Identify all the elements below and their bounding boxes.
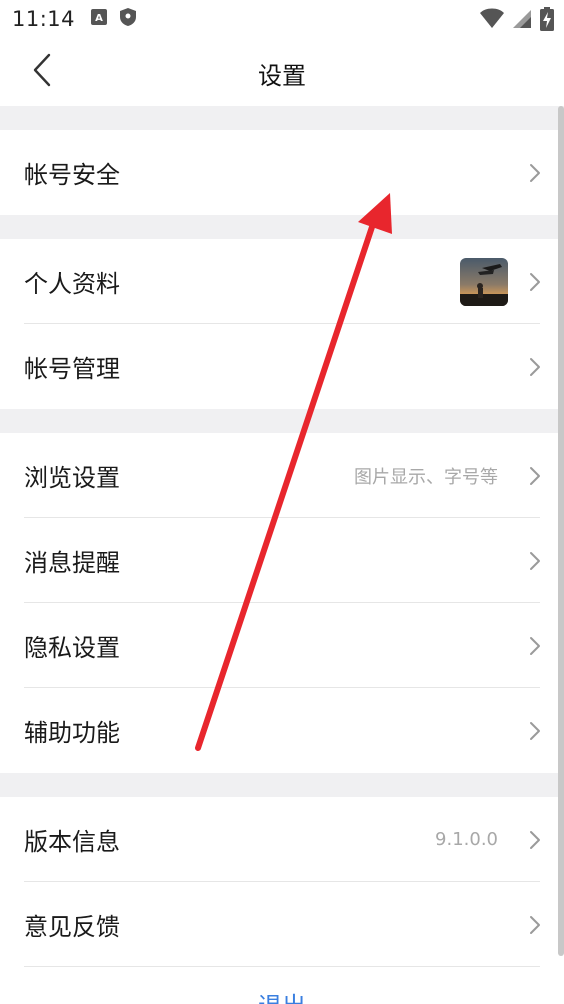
chevron-right-icon [528,720,542,742]
settings-item-browse-settings[interactable]: 浏览设置 图片显示、字号等 [0,433,564,518]
chevron-right-icon [528,635,542,657]
battery-charging-icon [540,7,554,35]
item-label: 版本信息 [24,828,120,856]
font-icon: A [91,9,108,29]
signal-icon [512,9,532,33]
item-label: 消息提醒 [24,549,120,577]
chevron-right-icon [528,271,542,293]
settings-item-accessibility[interactable]: 辅助功能 [0,688,564,773]
chevron-right-icon [528,914,542,936]
svg-text:A: A [95,13,103,24]
item-label: 帐号安全 [24,161,120,189]
item-label: 辅助功能 [24,719,120,747]
chevron-right-icon [528,550,542,572]
item-label: 意见反馈 [24,913,120,941]
settings-item-version-info[interactable]: 版本信息 9.1.0.0 [0,797,564,882]
logout-button[interactable]: 退出 [0,986,564,1004]
section-gap [0,409,564,433]
divider [24,966,540,967]
chevron-right-icon [528,356,542,378]
settings-list: 帐号安全 个人资料 帐号管理 浏览设置 图片显示、字号等 消息提醒 隐私设置 辅… [0,106,564,967]
scrollbar[interactable] [558,106,564,956]
header: 设置 [0,38,564,106]
wifi-icon [480,8,504,34]
item-label: 个人资料 [24,270,120,298]
item-label: 隐私设置 [24,634,120,662]
chevron-right-icon [528,465,542,487]
item-label: 浏览设置 [24,464,120,492]
settings-item-privacy[interactable]: 隐私设置 [0,603,564,688]
section-gap [0,106,564,130]
settings-item-notifications[interactable]: 消息提醒 [0,518,564,603]
item-value: 图片显示、字号等 [354,466,498,488]
settings-item-account-security[interactable]: 帐号安全 [0,130,564,215]
chevron-right-icon [528,829,542,851]
status-time: 11:14 [12,7,76,31]
page-title: 设置 [258,62,306,90]
item-value: 9.1.0.0 [435,829,498,850]
section-gap [0,215,564,239]
settings-item-account-management[interactable]: 帐号管理 [0,324,564,409]
settings-item-profile[interactable]: 个人资料 [0,239,564,324]
settings-item-feedback[interactable]: 意见反馈 [0,882,564,967]
shield-icon [119,7,137,31]
chevron-right-icon [528,162,542,184]
avatar [460,257,508,306]
section-gap [0,773,564,797]
item-label: 帐号管理 [24,355,120,383]
status-bar: 11:14 A [0,0,564,38]
